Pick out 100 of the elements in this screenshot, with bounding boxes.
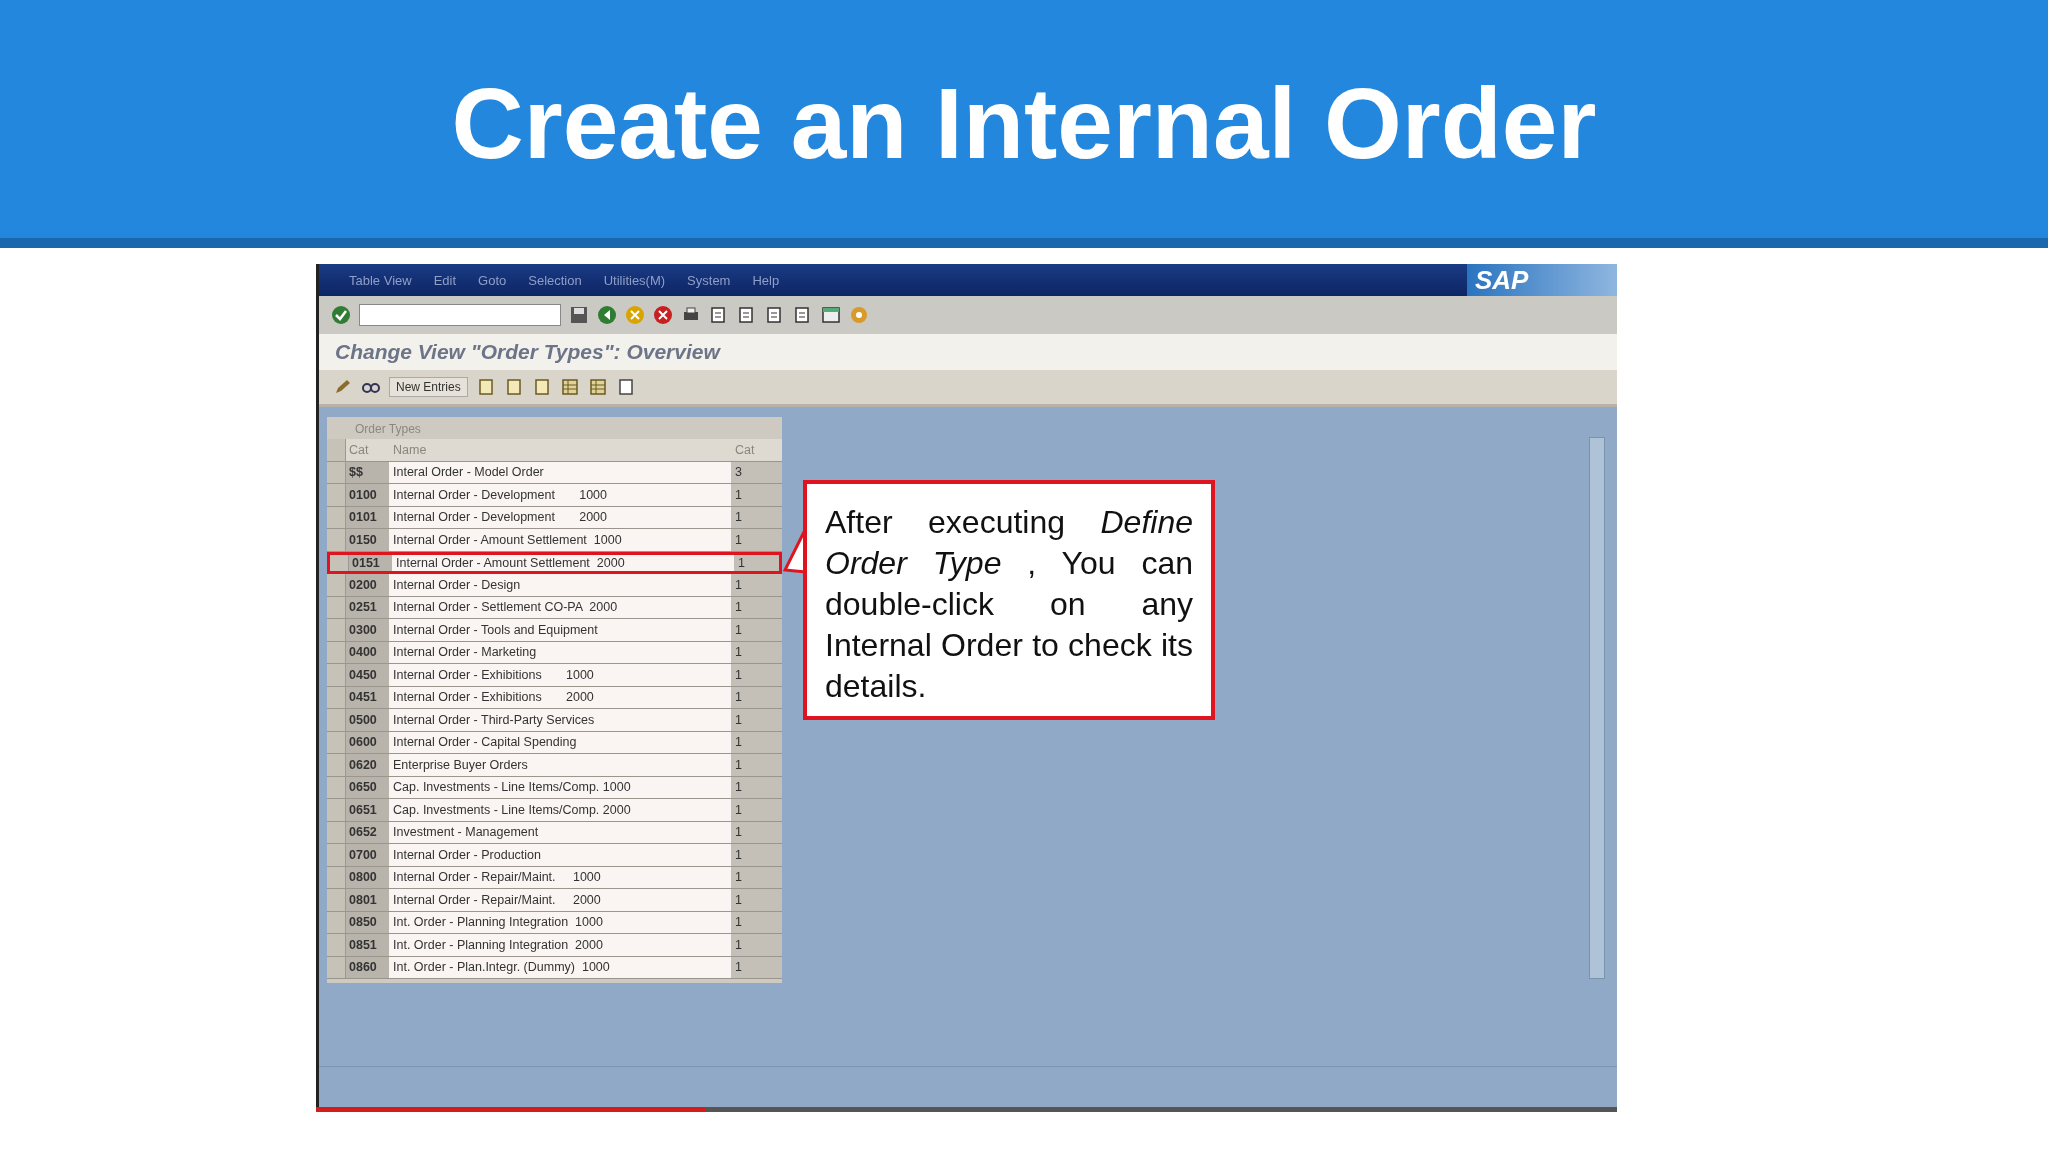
highlighted-row[interactable]: 0151 Internal Order - Amount Settlement 2000 1 — [327, 551, 782, 574]
save-icon[interactable] — [569, 305, 589, 325]
row-selector[interactable] — [327, 529, 346, 551]
help-icon[interactable] — [849, 305, 869, 325]
row-selector[interactable] — [327, 866, 346, 888]
scroll-bar[interactable] — [1589, 437, 1605, 979]
window-icon[interactable] — [821, 305, 841, 325]
table-row[interactable]: 0101 Internal Order - Development 2000 1 — [327, 506, 782, 529]
row-selector[interactable] — [327, 934, 346, 956]
table-cell: Int. Order - Planning Integration 1000 — [389, 911, 731, 933]
menu-item[interactable]: Table View — [349, 272, 412, 288]
table-cell: Cap. Investments - Line Items/Comp. 2000 — [389, 799, 731, 821]
table-cell: 0652 — [346, 821, 389, 843]
row-selector[interactable] — [327, 461, 346, 483]
table-row[interactable]: 0450 Internal Order - Exhibitions 1000 1 — [327, 664, 782, 687]
table-row[interactable]: 0650 Cap. Investments - Line Items/Comp. 1000 1 — [327, 776, 782, 799]
row-selector[interactable] — [327, 911, 346, 933]
table-cell: 1 — [731, 866, 782, 888]
table-cell: 1 — [731, 731, 782, 753]
row-selector[interactable] — [327, 731, 346, 753]
table-cell: 1 — [731, 889, 782, 911]
screen-title: Change View "Order Types": Overview — [335, 340, 720, 364]
table-row[interactable]: 0150 Internal Order - Amount Settlement 1000 1 — [327, 529, 782, 552]
back-icon[interactable] — [597, 305, 617, 325]
exit-icon[interactable] — [625, 305, 645, 325]
table-cell: Enterprise Buyer Orders — [389, 754, 731, 776]
table-row[interactable]: 0850 Int. Order - Planning Integration 1000 1 — [327, 911, 782, 934]
table-cell: 0100 — [346, 484, 389, 506]
table-row[interactable]: 0500 Internal Order - Third-Party Services 1 — [327, 709, 782, 732]
table-cell: Internal Order - Amount Settlement 2000 — [392, 554, 734, 571]
new-entries-button[interactable]: New Entries — [389, 377, 468, 397]
table-row[interactable]: 0451 Internal Order - Exhibitions 2000 1 — [327, 686, 782, 709]
menu-item[interactable]: System — [687, 272, 731, 288]
table-cell: 1 — [731, 776, 782, 798]
row-selector[interactable] — [327, 821, 346, 843]
check-icon[interactable] — [331, 305, 351, 325]
row-selector[interactable] — [330, 554, 349, 571]
table-cell: 1 — [731, 484, 782, 506]
row-selector[interactable] — [327, 709, 346, 731]
table-cell: 0150 — [346, 529, 389, 551]
table-row[interactable]: 0800 Internal Order - Repair/Maint. 1000 1 — [327, 866, 782, 889]
table-cell: Internal Order - Design — [389, 574, 731, 596]
row-selector[interactable] — [327, 844, 346, 866]
table-cell: 1 — [731, 619, 782, 641]
row-selector[interactable] — [327, 889, 346, 911]
table-row[interactable]: 0620 Enterprise Buyer Orders 1 — [327, 754, 782, 777]
video-progress-bar[interactable] — [316, 1107, 1617, 1112]
menu-item[interactable]: Edit — [433, 272, 457, 288]
table-cell: Interal Order - Model Order — [389, 461, 731, 483]
table-row[interactable]: 0251 Internal Order - Settlement CO-PA 2000 1 — [327, 596, 782, 619]
table-row[interactable]: 0700 Internal Order - Production 1 — [327, 844, 782, 867]
table-row[interactable]: 0651 Cap. Investments - Line Items/Comp. 2000 1 — [327, 799, 782, 822]
table-cell: Int. Order - Planning Integration 2000 — [389, 934, 731, 956]
table-cell: 1 — [731, 596, 782, 618]
row-selector[interactable] — [327, 686, 346, 708]
table-cell: 0200 — [346, 574, 389, 596]
table-row[interactable]: 0860 Int. Order - Plan.Integr. (Dummy) 1000 1 — [327, 956, 782, 979]
table-row[interactable]: 0400 Internal Order - Marketing 1 — [327, 641, 782, 664]
table-row[interactable]: 0652 Investment - Management 1 — [327, 821, 782, 844]
table-row[interactable]: 0200 Internal Order - Design 1 — [327, 574, 782, 597]
table-cell: Internal Order - Production — [389, 844, 731, 866]
table-cell: 0101 — [346, 506, 389, 528]
row-selector[interactable] — [327, 799, 346, 821]
table-row[interactable]: $$ Interal Order - Model Order 3 — [327, 461, 782, 484]
table-row[interactable]: 0100 Internal Order - Development 1000 1 — [327, 484, 782, 507]
table-cell: 0801 — [346, 889, 389, 911]
row-selector[interactable] — [327, 641, 346, 663]
row-selector[interactable] — [327, 776, 346, 798]
table-cell: 1 — [731, 821, 782, 843]
row-selector[interactable] — [327, 574, 346, 596]
menu-item[interactable]: Selection — [528, 272, 582, 288]
table-cell: 1 — [731, 911, 782, 933]
table-cell: Internal Order - Development 1000 — [389, 484, 731, 506]
table-cell: 0500 — [346, 709, 389, 731]
row-selector[interactable] — [327, 506, 346, 528]
table-cell: 0700 — [346, 844, 389, 866]
sap-logo: SAP — [1467, 264, 1617, 296]
menu-item[interactable]: Goto — [478, 272, 507, 288]
row-selector[interactable] — [327, 754, 346, 776]
cancel-icon[interactable] — [653, 305, 673, 325]
table-row[interactable]: 0600 Internal Order - Capital Spending 1 — [327, 731, 782, 754]
table-cell: 0251 — [346, 596, 389, 618]
menu-item[interactable]: Help — [752, 272, 780, 288]
command-field[interactable] — [359, 304, 561, 326]
table-icon[interactable] — [587, 377, 608, 397]
table-row[interactable]: 0801 Internal Order - Repair/Maint. 2000 1 — [327, 889, 782, 912]
column-selector[interactable] — [327, 439, 346, 461]
table-cell: 1 — [734, 554, 779, 571]
table-row[interactable]: 0300 Internal Order - Tools and Equipment 1 — [327, 619, 782, 642]
table-icon[interactable] — [559, 377, 580, 397]
menu-item[interactable]: Utilities(M) — [603, 272, 666, 288]
row-selector[interactable] — [327, 664, 346, 686]
table-cell: Cap. Investments - Line Items/Comp. 1000 — [389, 776, 731, 798]
table-cell: 1 — [731, 641, 782, 663]
row-selector[interactable] — [327, 484, 346, 506]
row-selector[interactable] — [327, 956, 346, 978]
table-row[interactable]: 0851 Int. Order - Planning Integration 2000 1 — [327, 934, 782, 957]
row-selector[interactable] — [327, 596, 346, 618]
table-cell: 1 — [731, 506, 782, 528]
row-selector[interactable] — [327, 619, 346, 641]
